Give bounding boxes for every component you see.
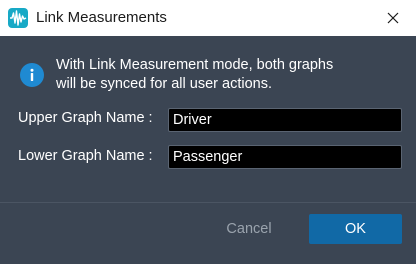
- upper-graph-name-input[interactable]: [168, 108, 402, 132]
- info-line-1: With Link Measurement mode, both graphs: [56, 57, 334, 73]
- title-bar: Link Measurements: [0, 0, 416, 36]
- lower-graph-label: Lower Graph Name :: [18, 148, 153, 164]
- info-message: With Link Measurement mode, both graphs …: [56, 56, 406, 94]
- info-icon: [20, 63, 44, 87]
- info-line-2: will be synced for all user actions.: [56, 76, 272, 92]
- lower-graph-name-input[interactable]: [168, 145, 402, 169]
- upper-graph-label: Upper Graph Name :: [18, 110, 153, 126]
- close-button[interactable]: [370, 0, 416, 36]
- cancel-button[interactable]: Cancel: [214, 214, 284, 244]
- close-icon: [387, 12, 399, 24]
- waveform-icon: [8, 8, 28, 28]
- ok-button[interactable]: OK: [309, 214, 402, 244]
- window-title: Link Measurements: [36, 9, 167, 26]
